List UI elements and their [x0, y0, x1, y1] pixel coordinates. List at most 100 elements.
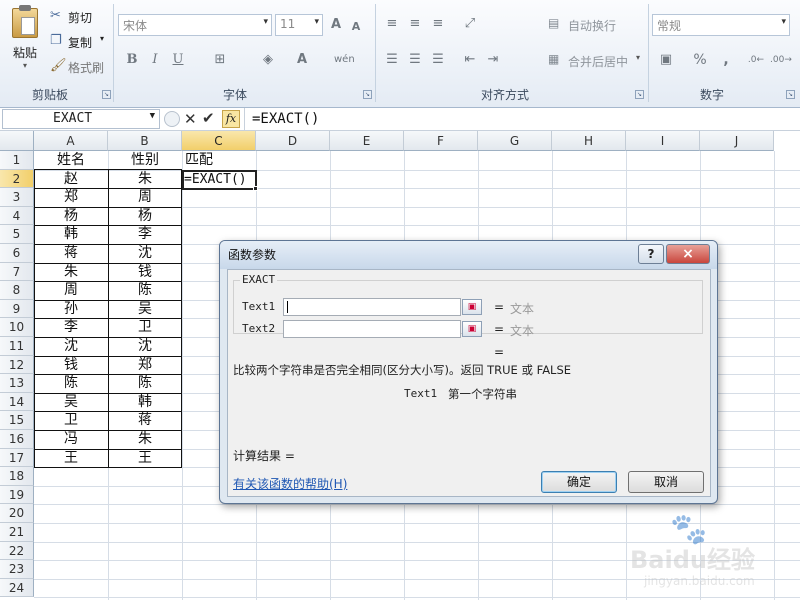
cell-a17[interactable]: 王: [34, 449, 108, 468]
cell-b8[interactable]: 陈: [108, 281, 182, 300]
font-launcher-icon[interactable]: ↘: [363, 90, 372, 99]
formula-bar-splitter[interactable]: [164, 111, 180, 127]
alignment-launcher-icon[interactable]: ↘: [635, 90, 644, 99]
cell-a7[interactable]: 朱: [34, 263, 108, 282]
align-bottom-icon[interactable]: ≡: [428, 14, 448, 34]
cell-b9[interactable]: 吴: [108, 300, 182, 319]
text1-input[interactable]: [283, 298, 461, 316]
align-center-icon[interactable]: ☰: [405, 50, 425, 70]
cut-button[interactable]: ✂ 剪切: [50, 8, 92, 26]
dropdown-arrow-icon: ▾: [263, 17, 268, 27]
cancel-icon[interactable]: ✕: [184, 110, 197, 128]
increase-decimal-icon[interactable]: .0←: [746, 50, 766, 70]
paste-button[interactable]: 粘贴 ▾: [6, 5, 44, 72]
cell-a3[interactable]: 郑: [34, 188, 108, 207]
number-launcher-icon[interactable]: ↘: [786, 90, 795, 99]
phonetic-icon[interactable]: wén: [334, 50, 355, 70]
cell-b14[interactable]: 韩: [108, 393, 182, 412]
argument-name: Text1: [404, 387, 438, 400]
text1-label: Text1: [242, 300, 276, 313]
indent-decrease-icon[interactable]: ⇤: [460, 50, 480, 70]
cell-a4[interactable]: 杨: [34, 207, 108, 226]
cell-b7[interactable]: 钱: [108, 263, 182, 282]
cell-a11[interactable]: 沈: [34, 337, 108, 356]
align-right-icon[interactable]: ☰: [428, 50, 448, 70]
comma-button[interactable]: ,: [716, 50, 736, 70]
insert-function-icon[interactable]: fx: [222, 110, 240, 128]
percent-button[interactable]: %: [690, 50, 710, 70]
shrink-font-button[interactable]: A: [346, 17, 366, 37]
font-color-button[interactable]: A: [292, 50, 312, 70]
cell-b15[interactable]: 蒋: [108, 411, 182, 430]
paste-label: 粘贴: [12, 46, 37, 60]
ok-button[interactable]: 确定: [541, 471, 617, 493]
font-size-combo[interactable]: 11 ▾: [275, 14, 323, 36]
currency-icon[interactable]: ▣: [656, 50, 676, 70]
name-box[interactable]: EXACT ▼: [2, 109, 160, 129]
collapse-dialog-icon[interactable]: ▣: [462, 299, 482, 315]
copy-icon: ❐: [50, 33, 62, 48]
cell-a10[interactable]: 李: [34, 318, 108, 337]
dropdown-arrow-icon: ▾: [781, 17, 786, 27]
dropdown-arrow-icon: ▾: [314, 17, 319, 27]
wrap-text-button[interactable]: ▤ 自动换行: [548, 16, 638, 34]
close-button[interactable]: ×: [666, 244, 710, 264]
indent-increase-icon[interactable]: ⇥: [483, 50, 503, 70]
cell-a5[interactable]: 韩: [34, 225, 108, 244]
function-description: 比较两个字符串是否完全相同(区分大小写)。返回 TRUE 或 FALSE: [233, 363, 572, 377]
cell-a9[interactable]: 孙: [34, 300, 108, 319]
borders-icon[interactable]: ⊞: [210, 50, 230, 70]
cell-a16[interactable]: 冯: [34, 430, 108, 449]
align-top-icon[interactable]: ≡: [382, 14, 402, 34]
clipboard-launcher-icon[interactable]: ↘: [102, 90, 111, 99]
cancel-button[interactable]: 取消: [628, 471, 704, 493]
collapse-dialog-icon[interactable]: ▣: [462, 321, 482, 337]
help-link[interactable]: 有关该函数的帮助(H): [233, 475, 347, 492]
fill-color-icon[interactable]: ◈: [258, 50, 278, 70]
merge-center-button[interactable]: ▦ 合并后居中 ▾: [548, 52, 648, 70]
cell-a12[interactable]: 钱: [34, 356, 108, 375]
function-arguments-dialog: 函数参数 ? × EXACT Text1 ▣ = 文本 Text2 ▣ = 文本…: [219, 240, 718, 504]
cell-c1[interactable]: 匹配: [182, 151, 256, 170]
cell-b13[interactable]: 陈: [108, 374, 182, 393]
cell-a8[interactable]: 周: [34, 281, 108, 300]
cell-b17[interactable]: 王: [108, 449, 182, 468]
formula-result-equals: =: [494, 345, 505, 359]
cell-b4[interactable]: 杨: [108, 207, 182, 226]
cell-b11[interactable]: 沈: [108, 337, 182, 356]
align-middle-icon[interactable]: ≡: [405, 14, 425, 34]
cell-b5[interactable]: 李: [108, 225, 182, 244]
cell-b16[interactable]: 朱: [108, 430, 182, 449]
orientation-icon[interactable]: ⤢: [460, 14, 480, 34]
enter-icon[interactable]: ✔: [202, 109, 215, 127]
number-format-combo[interactable]: 常规 ▾: [652, 14, 790, 36]
font-name-combo[interactable]: 宋体 ▾: [118, 14, 272, 36]
cell-a15[interactable]: 卫: [34, 411, 108, 430]
format-painter-button[interactable]: 🖌 格式刷: [50, 58, 110, 76]
copy-button[interactable]: ❐ 复制 ▾: [50, 33, 110, 51]
cell-c2-active[interactable]: =EXACT(): [182, 170, 257, 189]
underline-button[interactable]: U: [168, 50, 188, 70]
cell-b6[interactable]: 沈: [108, 244, 182, 263]
clipboard-group-label: 剪贴板: [31, 88, 68, 102]
cell-b10[interactable]: 卫: [108, 318, 182, 337]
cell-b2[interactable]: 朱: [108, 170, 182, 189]
formula-input[interactable]: =EXACT(): [252, 111, 319, 127]
bold-button[interactable]: B: [122, 50, 142, 70]
text2-input[interactable]: [283, 320, 461, 338]
cell-a1[interactable]: 姓名: [34, 151, 108, 170]
cell-b3[interactable]: 周: [108, 188, 182, 207]
cell-b12[interactable]: 郑: [108, 356, 182, 375]
cell-a13[interactable]: 陈: [34, 374, 108, 393]
decrease-decimal-icon[interactable]: .00→: [770, 50, 792, 70]
cell-b1[interactable]: 性别: [108, 151, 182, 170]
grow-font-button[interactable]: A: [326, 15, 346, 35]
help-button[interactable]: ?: [638, 244, 664, 264]
italic-button[interactable]: I: [145, 50, 165, 70]
align-left-icon[interactable]: ☰: [382, 50, 402, 70]
cell-a6[interactable]: 蒋: [34, 244, 108, 263]
cell-a2[interactable]: 赵: [34, 170, 108, 189]
cell-a14[interactable]: 吴: [34, 393, 108, 412]
font-group-label: 字体: [222, 88, 247, 102]
text2-hint: 文本: [510, 324, 535, 338]
